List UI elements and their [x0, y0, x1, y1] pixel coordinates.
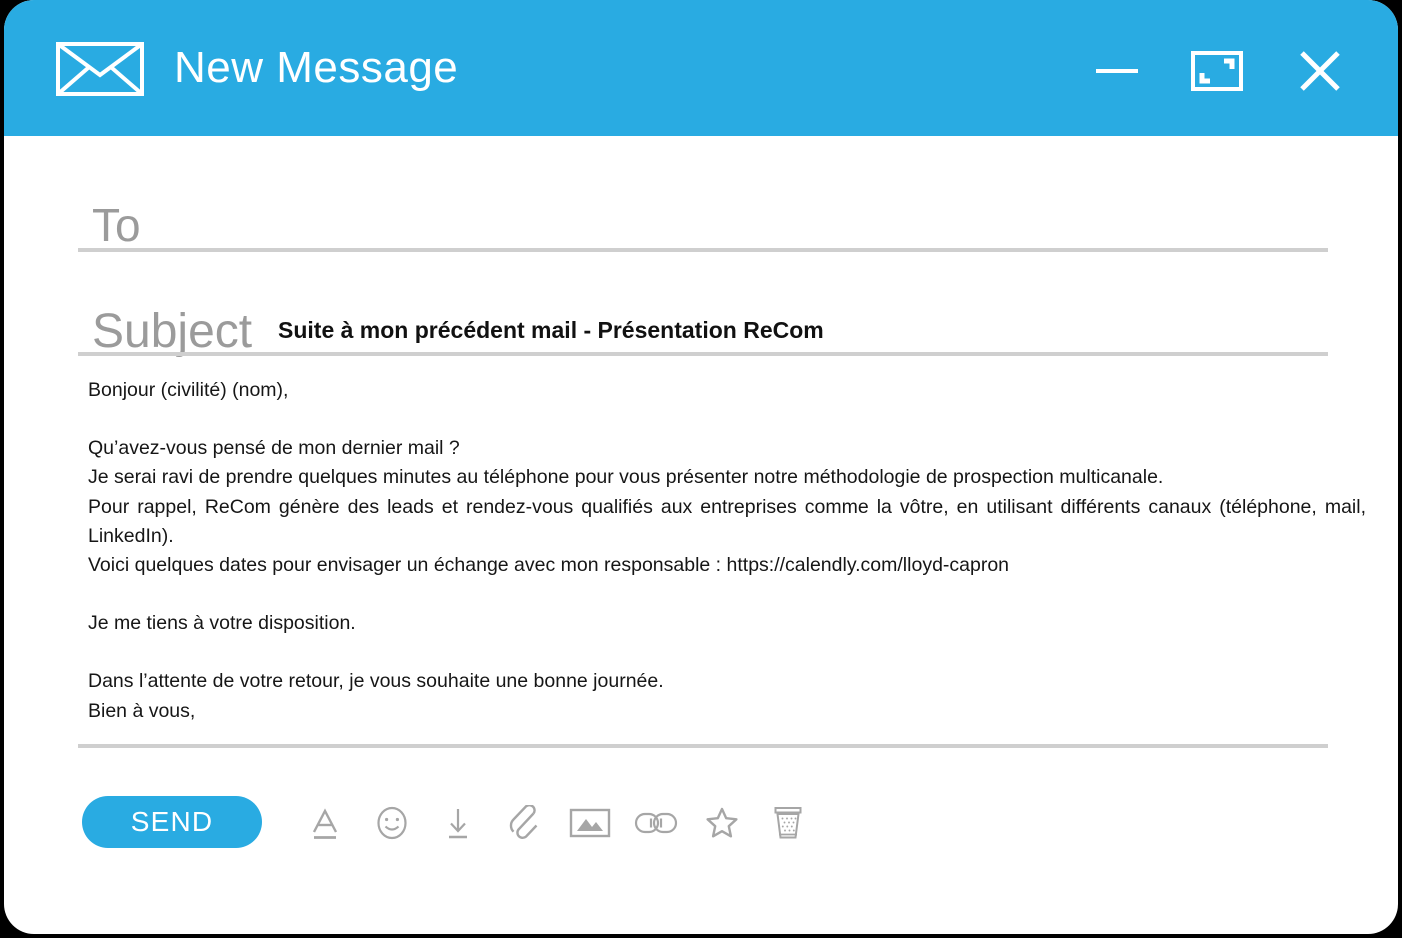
insert-from-drive-icon[interactable]: [436, 800, 480, 846]
message-body[interactable]: Bonjour (civilité) (nom), Qu’avez-vous p…: [88, 376, 1366, 732]
body-line: Qu’avez-vous pensé de mon dernier mail ?: [88, 437, 460, 460]
insert-link-icon[interactable]: [634, 800, 678, 846]
window-title: New Message: [174, 43, 459, 92]
subject-field-underline: [78, 352, 1328, 356]
body-line-spacer: [88, 405, 1366, 434]
maximize-button[interactable]: [1186, 40, 1248, 102]
format-text-icon[interactable]: [304, 800, 348, 846]
body-line: Voici quelques dates pour envisager un é…: [88, 554, 1010, 577]
body-line: Bonjour (civilité) (nom),: [88, 379, 289, 401]
minimize-button[interactable]: [1086, 40, 1148, 102]
emoji-icon[interactable]: [370, 800, 414, 846]
send-button[interactable]: SEND: [82, 796, 262, 848]
body-line: Pour rappel, ReCom génère des leads et r…: [88, 495, 1366, 547]
to-field-underline: [78, 248, 1328, 252]
compose-toolbar: [304, 796, 810, 850]
body-line-spacer: [88, 580, 1366, 609]
window-titlebar: New Message: [4, 0, 1398, 136]
body-line: Je serai ravi de prendre quelques minute…: [88, 466, 1164, 489]
subject-field-value[interactable]: Suite à mon précédent mail - Présentatio…: [278, 317, 824, 344]
discard-draft-icon[interactable]: [766, 800, 810, 846]
attachment-icon[interactable]: [502, 800, 546, 846]
minimize-icon: [1096, 69, 1138, 73]
to-field[interactable]: To: [78, 186, 1328, 252]
to-field-label: To: [92, 199, 141, 251]
subject-field-label: Subject: [92, 305, 253, 358]
body-line: Bien à vous,: [88, 699, 196, 722]
footer-divider: [78, 744, 1328, 748]
body-line-spacer: [88, 638, 1366, 667]
close-button[interactable]: [1289, 40, 1351, 102]
body-line: Dans l’attente de votre retour, je vous …: [88, 670, 664, 693]
maximize-icon: [1191, 51, 1243, 91]
compose-window: New Message To Subject Suite à mon précé…: [4, 0, 1398, 934]
body-line: Je me tiens à votre disposition.: [88, 612, 356, 635]
insert-photo-icon[interactable]: [568, 800, 612, 846]
confidential-mode-icon[interactable]: [700, 800, 744, 846]
close-icon: [1300, 51, 1340, 91]
envelope-icon: [56, 42, 144, 96]
subject-field[interactable]: Subject Suite à mon précédent mail - Pré…: [78, 296, 1328, 358]
